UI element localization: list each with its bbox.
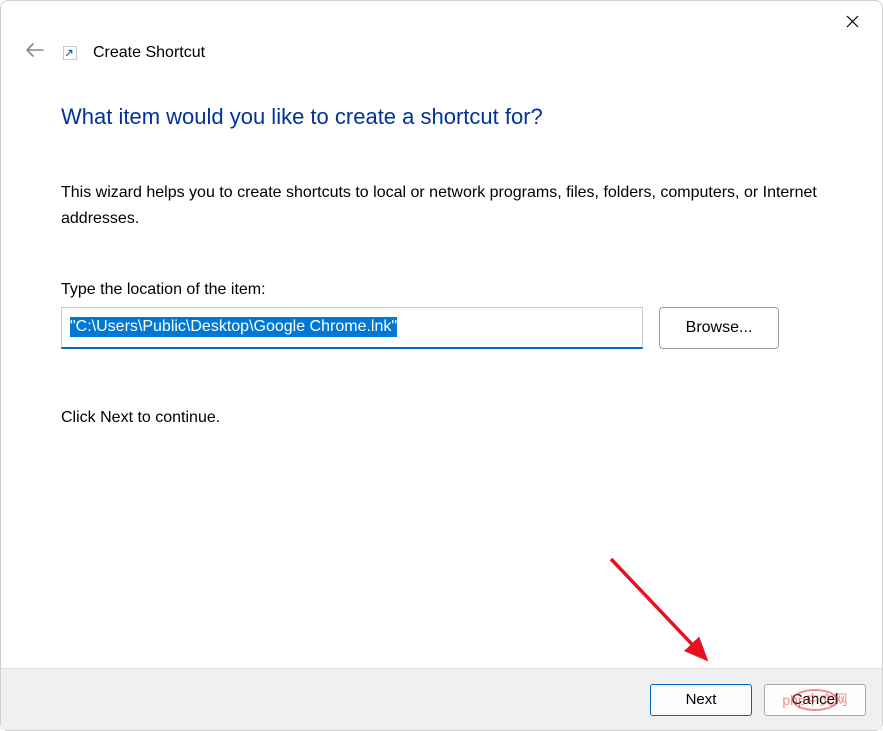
content-area: What item would you like to create a sho… xyxy=(1,74,882,668)
next-button[interactable]: Next xyxy=(650,684,752,716)
wizard-heading: What item would you like to create a sho… xyxy=(61,104,822,130)
cancel-button[interactable]: Cancel php中文网 xyxy=(764,684,866,716)
header-row: Create Shortcut xyxy=(1,41,882,74)
close-icon xyxy=(846,15,859,28)
back-button[interactable] xyxy=(23,41,47,64)
browse-button[interactable]: Browse... xyxy=(659,307,779,349)
title-bar xyxy=(1,1,882,41)
wizard-description: This wizard helps you to create shortcut… xyxy=(61,180,822,233)
input-row: "C:\Users\Public\Desktop\Google Chrome.l… xyxy=(61,307,822,349)
location-input-value: "C:\Users\Public\Desktop\Google Chrome.l… xyxy=(70,317,397,337)
dialog-title: Create Shortcut xyxy=(93,44,205,62)
location-label: Type the location of the item: xyxy=(61,281,822,299)
location-input[interactable]: "C:\Users\Public\Desktop\Google Chrome.l… xyxy=(61,307,643,349)
dialog-footer: Next Cancel php中文网 xyxy=(1,668,882,730)
cancel-button-label: Cancel xyxy=(792,691,839,708)
back-arrow-icon xyxy=(25,42,45,58)
continue-text: Click Next to continue. xyxy=(61,409,822,427)
create-shortcut-dialog: Create Shortcut What item would you like… xyxy=(0,0,883,731)
close-button[interactable] xyxy=(834,7,870,35)
shortcut-icon xyxy=(61,44,79,62)
